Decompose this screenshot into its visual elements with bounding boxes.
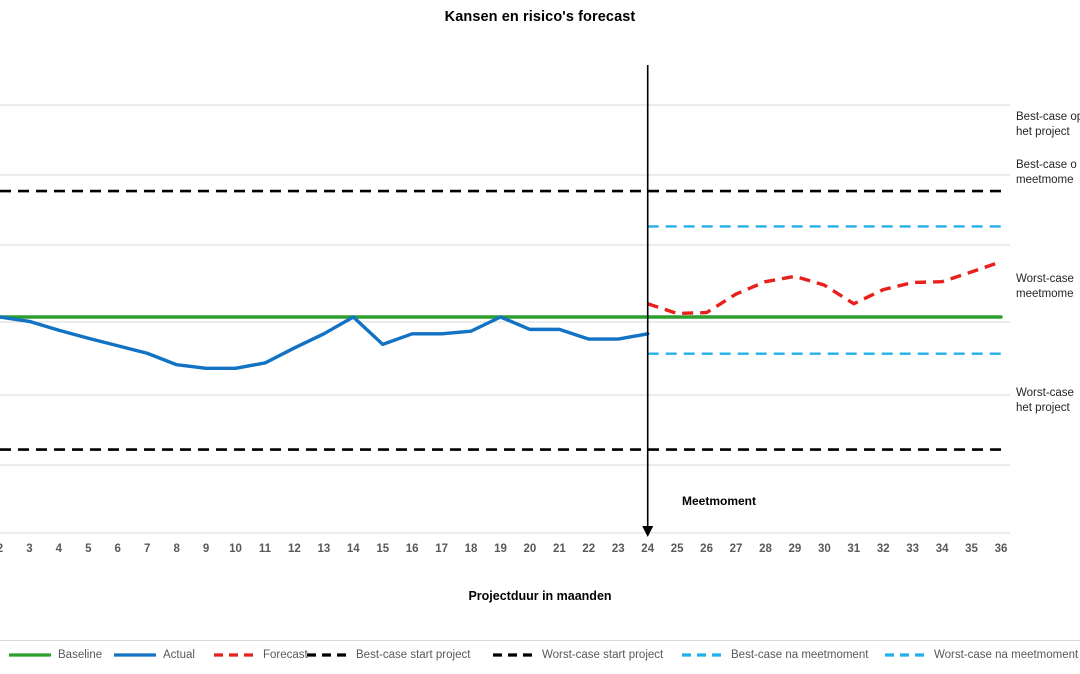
x-tick-label: 10: [229, 543, 242, 555]
side-label-worst-case-start-project: Worst-case het project: [1016, 386, 1080, 416]
legend-swatch-icon: [9, 653, 51, 657]
x-tick-label: 22: [582, 543, 596, 555]
meetmoment-arrowhead-icon: [642, 526, 654, 537]
x-tick-label: 35: [965, 543, 978, 555]
x-tick-label: 4: [55, 543, 63, 555]
x-tick-label: 2: [0, 543, 13, 555]
x-tick-label: 36: [994, 543, 1008, 555]
legend-item[interactable]: Actual: [113, 646, 195, 664]
x-tick-label: 30: [817, 543, 831, 555]
chart-container: Kansen en risico's forecast 234567891011…: [0, 0, 1080, 673]
x-tick-label: 19: [494, 543, 507, 555]
legend-label: Forecast: [263, 649, 308, 661]
x-tick-label: 28: [759, 543, 772, 555]
side-label-line-2: het project: [1016, 402, 1070, 414]
legend-label: Best-case na meetmoment: [731, 649, 869, 661]
x-tick-label: 8: [173, 543, 180, 555]
x-tick-label: 12: [288, 543, 301, 555]
legend-swatch-icon: [214, 653, 256, 657]
x-tick-label: 26: [700, 543, 713, 555]
legend-swatch-icon: [493, 653, 535, 657]
x-tick-label: 21: [552, 543, 566, 555]
chart-title: Kansen en risico's forecast: [444, 9, 636, 25]
x-tick-label: 31: [847, 543, 861, 555]
x-tick-label: 11: [258, 543, 272, 555]
x-axis-title: Projectduur in maanden: [468, 589, 612, 603]
annotation-meetmoment: Meetmoment: [682, 494, 757, 508]
x-tick-label: 15: [376, 543, 390, 555]
x-tick-label: 20: [523, 543, 537, 555]
x-tick-label: 6: [114, 543, 121, 555]
x-tick-label: 7: [144, 543, 151, 555]
legend-label: Worst-case start project: [542, 649, 664, 661]
x-tick-label: 24: [641, 543, 655, 555]
x-tick-label: 32: [876, 543, 890, 555]
legend-item[interactable]: Worst-case start project: [492, 646, 663, 664]
x-tick-label: 23: [611, 543, 625, 555]
side-label-best-case-start-project: Best-case op het project: [1016, 110, 1080, 140]
legend-item[interactable]: Forecast: [213, 646, 308, 664]
x-tick-label: 13: [317, 543, 331, 555]
plot-area: [0, 65, 1010, 538]
series-line-forecast: [647, 260, 1002, 316]
legend-label: Actual: [163, 649, 195, 661]
x-tick-label: 27: [729, 543, 743, 555]
side-label-line-1: Worst-case: [1016, 273, 1074, 285]
legend-swatch-icon: [682, 653, 724, 657]
x-tick-label: 9: [202, 543, 210, 555]
x-tick-label: 3: [26, 543, 33, 555]
legend-item[interactable]: Best-case start project: [306, 646, 470, 664]
x-tick-label: 33: [906, 543, 920, 555]
side-label-worst-case-na-meetmoment: Worst-case meetmome: [1016, 272, 1080, 302]
side-label-best-case-na-meetmoment: Best-case o meetmome: [1016, 158, 1080, 188]
side-label-line-2: meetmome: [1016, 288, 1074, 300]
x-tick-label: 17: [435, 543, 448, 555]
x-tick-label: 14: [346, 543, 360, 555]
x-tick-label: 25: [670, 543, 684, 555]
legend-item[interactable]: Baseline: [8, 646, 102, 664]
legend-item[interactable]: Best-case na meetmoment: [681, 646, 868, 664]
legend-swatch-icon: [307, 653, 349, 657]
side-label-line-1: Best-case o: [1016, 159, 1077, 171]
side-label-line-2: meetmome: [1016, 174, 1074, 186]
series-line-actual: [0, 315, 650, 370]
side-label-line-2: het project: [1016, 126, 1070, 138]
x-tick-label: 18: [464, 543, 478, 555]
side-label-line-1: Best-case op: [1016, 111, 1080, 123]
legend-swatch-icon: [114, 653, 156, 657]
legend-item[interactable]: Worst-case na meetmoment: [884, 646, 1078, 664]
x-axis-ticks: 2345678910111213141516171819202122232425…: [0, 543, 1010, 565]
side-label-line-1: Worst-case: [1016, 387, 1074, 399]
x-tick-label: 34: [935, 543, 949, 555]
plot-svg: [0, 65, 1010, 537]
legend-label: Baseline: [58, 649, 103, 661]
x-tick-label: 29: [788, 543, 802, 555]
chart-legend: Baseline Actual Forecast Best-case start pr…: [0, 640, 1080, 674]
legend-label: Worst-case na meetmoment: [934, 649, 1079, 661]
x-tick-label: 16: [405, 543, 419, 555]
legend-swatch-icon: [885, 653, 927, 657]
x-tick-label: 5: [85, 543, 92, 555]
legend-label: Best-case start project: [356, 649, 471, 661]
